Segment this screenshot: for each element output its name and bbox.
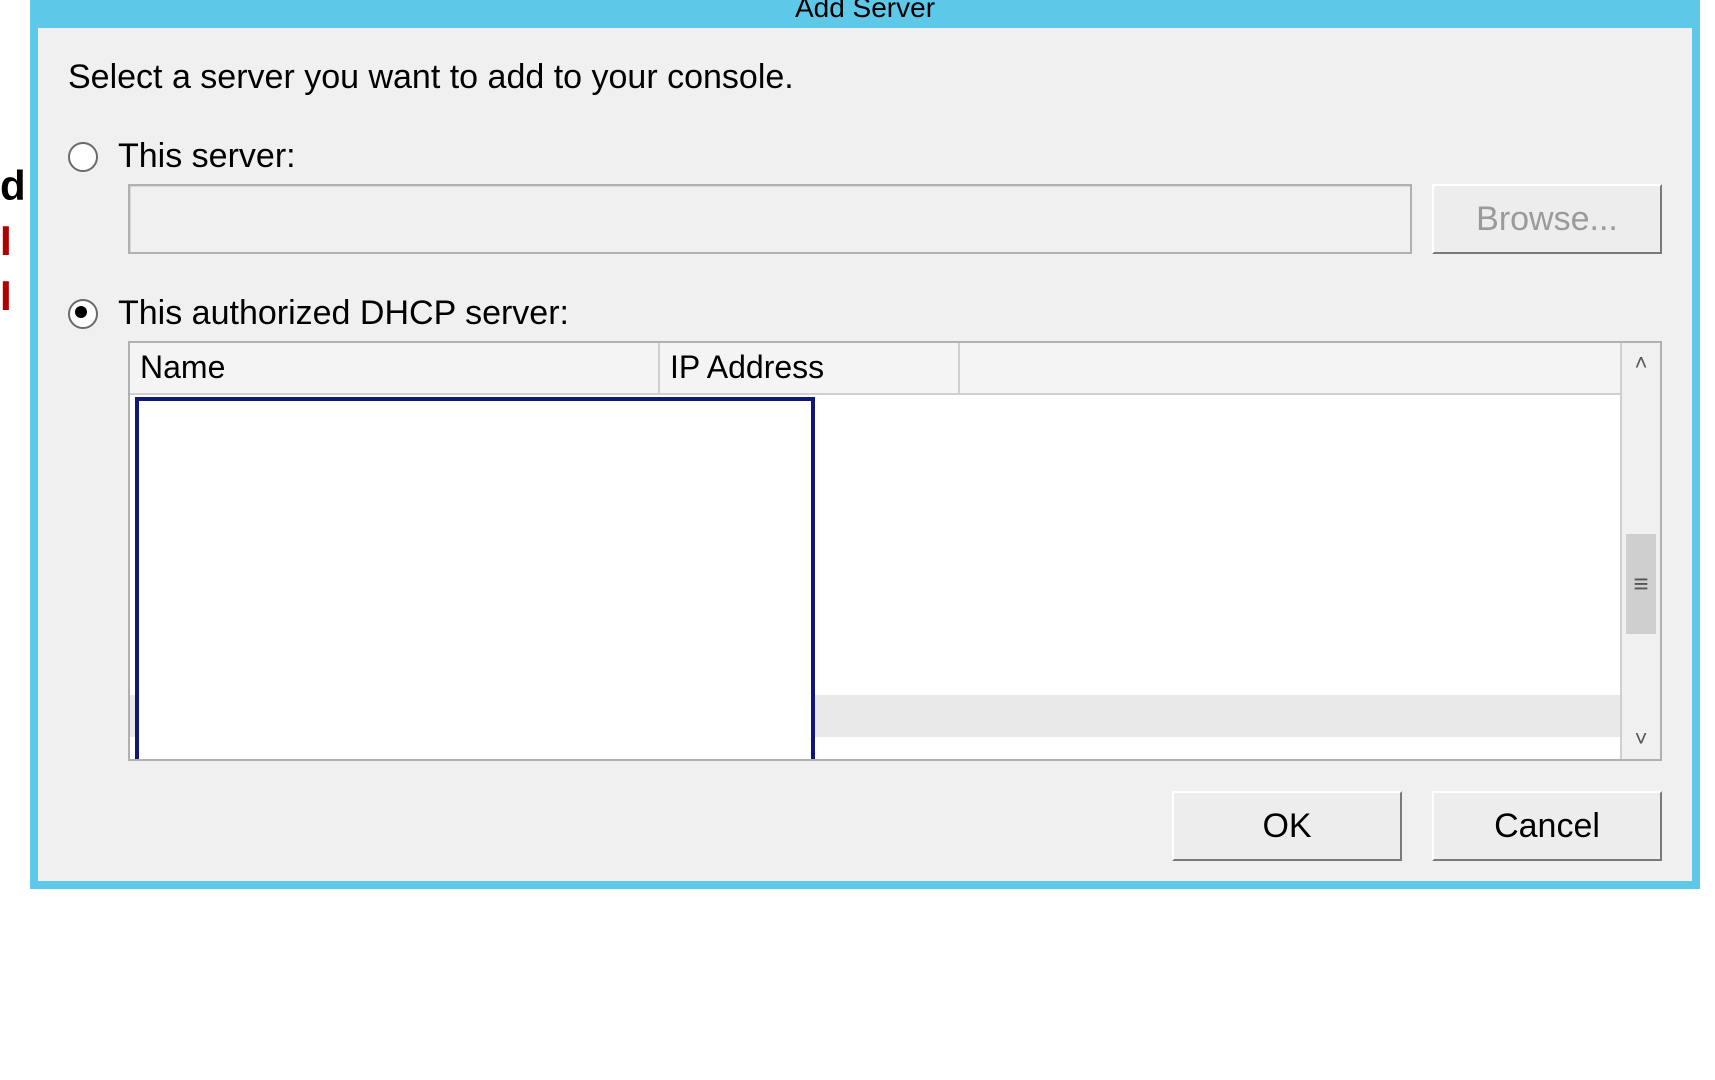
- option-authorized-dhcp[interactable]: This authorized DHCP server:: [68, 294, 1662, 333]
- scroll-thumb[interactable]: [1626, 534, 1656, 634]
- redaction-overlay: [135, 397, 815, 759]
- ok-button[interactable]: OK: [1172, 791, 1402, 861]
- scroll-track[interactable]: [1622, 383, 1660, 719]
- background-glyph: I: [0, 220, 12, 262]
- radio-this-server[interactable]: [68, 142, 98, 172]
- column-header-blank: [960, 343, 1620, 393]
- background-glyph: d: [0, 165, 26, 207]
- option-authorized-label: This authorized DHCP server:: [118, 294, 569, 333]
- column-header-ip[interactable]: IP Address: [660, 343, 960, 393]
- authorized-server-list[interactable]: Name IP Address 0 0 0: [128, 341, 1662, 761]
- instruction-text: Select a server you want to add to your …: [68, 58, 1662, 97]
- scroll-up-button[interactable]: ˄: [1622, 343, 1660, 383]
- option-this-server[interactable]: This server:: [68, 137, 1662, 176]
- chevron-up-icon: ˄: [1635, 350, 1648, 376]
- option-this-server-label: This server:: [118, 137, 296, 176]
- dialog-title: Add Server: [38, 0, 1692, 28]
- dialog-client-area: Select a server you want to add to your …: [38, 28, 1692, 881]
- scroll-down-button[interactable]: ˅: [1622, 719, 1660, 759]
- list-header: Name IP Address: [130, 343, 1620, 395]
- dialog-footer: OK Cancel: [68, 791, 1662, 861]
- column-header-name[interactable]: Name: [130, 343, 660, 393]
- radio-authorized-dhcp[interactable]: [68, 299, 98, 329]
- cancel-button[interactable]: Cancel: [1432, 791, 1662, 861]
- add-server-dialog: Add Server Select a server you want to a…: [30, 0, 1700, 889]
- chevron-down-icon: ˅: [1635, 726, 1648, 752]
- list-scrollbar[interactable]: ˄ ˅: [1620, 343, 1660, 759]
- list-rows: 0 0 0 0 0: [130, 395, 1620, 759]
- this-server-input: [128, 184, 1412, 254]
- browse-button: Browse...: [1432, 184, 1662, 254]
- background-glyph: I: [0, 275, 12, 317]
